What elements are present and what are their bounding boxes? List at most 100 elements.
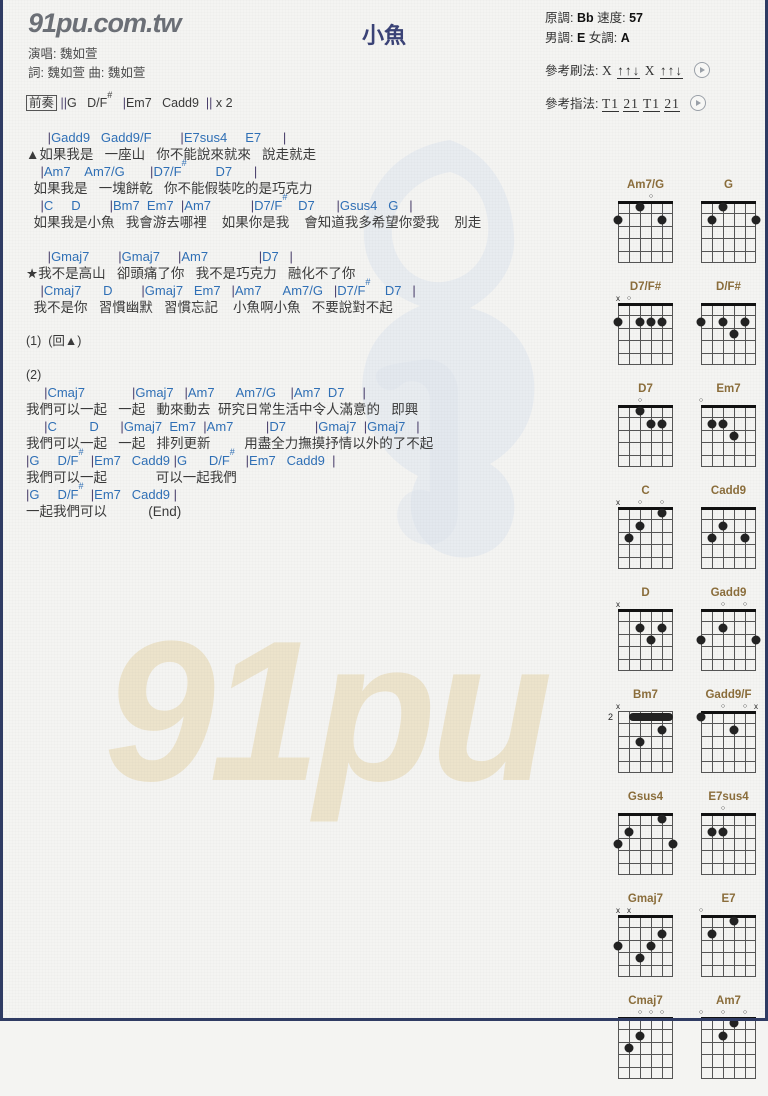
finger-dot — [635, 623, 645, 633]
finger-dot — [740, 317, 750, 327]
finger-dot — [718, 521, 728, 531]
muted-string-icon: x — [627, 906, 631, 915]
lyric-line: ★我不是高山 卻頭痛了你 我不是巧克力 融化不了你 — [26, 266, 356, 281]
open-string-icon: ○ — [698, 907, 704, 914]
chord-diagram-name: Em7 — [716, 383, 741, 395]
finger-dot — [635, 317, 645, 327]
play-fingerstyle-button[interactable] — [690, 95, 707, 111]
strum-label: 參考刷法: — [545, 64, 599, 78]
chord-diagram: E7sus4 ○ — [695, 790, 762, 875]
page-edge-left — [0, 0, 3, 1021]
string-markers: x ○ ○ — [612, 498, 679, 507]
chord-diagram-row: D7/F# x ○ D/F# — [612, 280, 762, 365]
fretboard-grid — [696, 609, 761, 671]
chord-line: |Gadd9 Gadd9/F |E7sus4 E7 | — [47, 130, 287, 145]
chord-line: |Cmaj7 |Gmaj7 |Am7 Am7/G |Am7 D7 | — [44, 385, 366, 400]
finger-dot — [696, 635, 706, 645]
lyric-line: 我們可以一起 一起 排列更新 用盡全力撫摸抒情以外的了不起 — [26, 436, 434, 451]
chord-line: |C D |Bm7 Em7 |Am7 |D7/F# D7 |Gsus4 G | — [40, 192, 413, 214]
muted-string-icon: x — [616, 294, 620, 303]
string-markers: x ○ — [612, 294, 679, 303]
string-markers — [695, 294, 762, 303]
chord-diagram-row: Cx ○ ○ Cadd9 — [612, 484, 762, 569]
chord-diagram: E7 ○ — [695, 892, 762, 977]
finger-dot — [657, 508, 667, 518]
chord-diagram: Cx ○ ○ — [612, 484, 679, 569]
open-string-icon: ○ — [742, 703, 748, 710]
muted-string-icon: x — [754, 702, 758, 711]
chord-diagram-name: C — [641, 485, 650, 497]
nut — [618, 303, 673, 306]
fretboard-grid: 2 — [608, 711, 673, 773]
lyric-line: 我不是你 習慣幽默 習慣忘記 小魚啊小魚 不要說對不起 — [26, 300, 393, 315]
chord-line: |Cmaj7 D |Gmaj7 Em7 |Am7 Am7/G |D7/F# D7… — [40, 277, 416, 299]
finger-dot — [707, 419, 717, 429]
fretboard-grid — [613, 915, 673, 977]
credits: 演唱: 魏如萱 詞: 魏如萱 曲: 魏如萱 — [28, 45, 145, 83]
chord-line: |G D/F# |Em7 Cadd9 |G D/F# |Em7 Cadd9 | — [26, 447, 336, 469]
nut — [701, 303, 756, 306]
open-string-icon: ○ — [720, 805, 726, 812]
finger-dot — [718, 419, 728, 429]
nut — [701, 711, 756, 714]
open-string-icon: ○ — [637, 397, 643, 404]
finger-dot — [635, 202, 645, 212]
nut — [701, 609, 756, 612]
chord-diagram-name: D/F# — [716, 281, 741, 293]
chord-diagram: Cadd9 — [695, 484, 762, 569]
lyric-line: 如果我是 一塊餅乾 你不能假裝吃的是巧克力 — [26, 181, 313, 196]
string-markers: ○ — [612, 396, 679, 405]
string-markers: ○ ○ x — [695, 702, 762, 711]
chord-diagram-name: Gsus4 — [627, 791, 664, 803]
string-markers: x — [612, 600, 679, 609]
nut — [701, 915, 756, 918]
muted-string-icon: x — [616, 906, 620, 915]
chord-diagram: Dx — [612, 586, 679, 671]
strum-pattern: X ↑↑↓ X ↑↑↓ — [601, 63, 684, 79]
chord-diagram-row: Dx Gadd9 ○ ○ — [612, 586, 762, 671]
chord-line: |Am7 Am7/G |D7/F# D7 | — [40, 158, 258, 180]
finger-dot — [707, 827, 717, 837]
open-string-icon: ○ — [648, 1009, 654, 1016]
fretboard-grid — [613, 303, 673, 365]
chord-diagram: Bm7 x 2 — [608, 688, 679, 773]
open-string-icon: ○ — [742, 601, 748, 608]
finger-dot — [707, 533, 717, 543]
section-line: (1) (回▲) — [26, 334, 82, 348]
fretboard-grid — [701, 1017, 756, 1079]
chord-diagram-name: Am7 — [716, 995, 741, 1007]
section-line: (2) — [26, 368, 42, 382]
lyric-line: 我們可以一起 一起 動來動去 研究日常生活中令人滿意的 即興 — [26, 402, 419, 417]
finger-dot — [740, 533, 750, 543]
chord-line: |C D |Gmaj7 Em7 |Am7 |D7 |Gmaj7 |Gmaj7 | — [44, 419, 420, 434]
chord-diagram-name: Am7/G — [626, 179, 665, 191]
string-markers — [695, 498, 762, 507]
chord-diagram: Am7/G ○ — [612, 178, 679, 263]
finger-dot — [729, 916, 739, 926]
chord-diagram-name: Cmaj7 — [628, 995, 663, 1007]
credit-singer: 演唱: 魏如萱 — [28, 47, 98, 61]
finger-dot — [718, 202, 728, 212]
open-string-icon: ○ — [720, 703, 726, 710]
open-string-icon: ○ — [742, 1009, 748, 1016]
finger-dot — [696, 712, 706, 722]
chord-diagram-name: D7 — [638, 383, 653, 395]
finger-dot — [624, 533, 634, 543]
chord-diagram-name: Gadd9 — [710, 587, 747, 599]
open-string-icon: ○ — [637, 1009, 643, 1016]
chord-diagram: Gadd9/F ○ ○ x — [695, 688, 762, 773]
play-strum-button[interactable] — [693, 62, 710, 78]
finger-dot — [729, 329, 739, 339]
fretboard-grid — [618, 609, 673, 671]
chord-diagram-name: D — [641, 587, 650, 599]
finger-dot — [751, 215, 761, 225]
finger-dot — [635, 1031, 645, 1041]
string-markers: ○ — [612, 192, 679, 201]
finger-dot — [729, 431, 739, 441]
finger-dot — [613, 215, 623, 225]
chord-diagram-name: Gmaj7 — [627, 893, 664, 905]
chord-diagram: Em7 ○ — [695, 382, 762, 467]
string-markers: ○ — [695, 906, 762, 915]
